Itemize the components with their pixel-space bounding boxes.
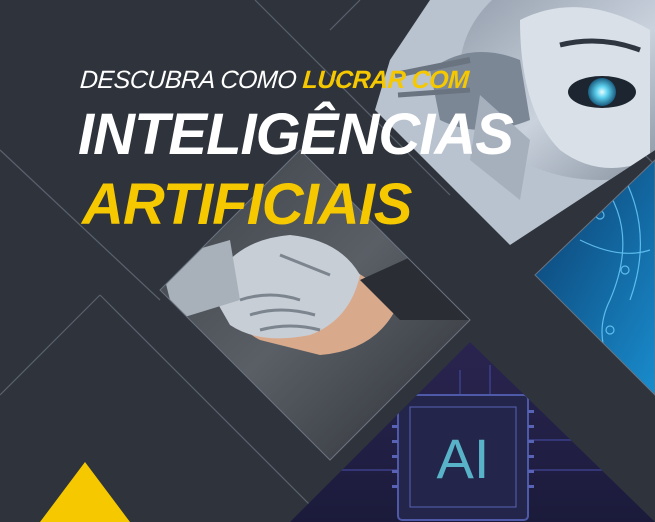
chip-label: AI: [437, 427, 490, 490]
yellow-triangle-icon: [40, 462, 130, 522]
title-line-1: INTELIGÊNCIAS: [78, 102, 514, 167]
tagline-prefix: DESCUBRA COMO: [79, 66, 304, 94]
tagline: DESCUBRA COMO LUCRAR COM: [79, 66, 470, 95]
poster: AI DESCUBRA COMO LUCRAR COM INTELIGÊNCIA…: [0, 0, 655, 522]
title-line-2: ARTIFICIAIS: [82, 172, 412, 237]
tagline-accent: LUCRAR COM: [301, 66, 470, 94]
